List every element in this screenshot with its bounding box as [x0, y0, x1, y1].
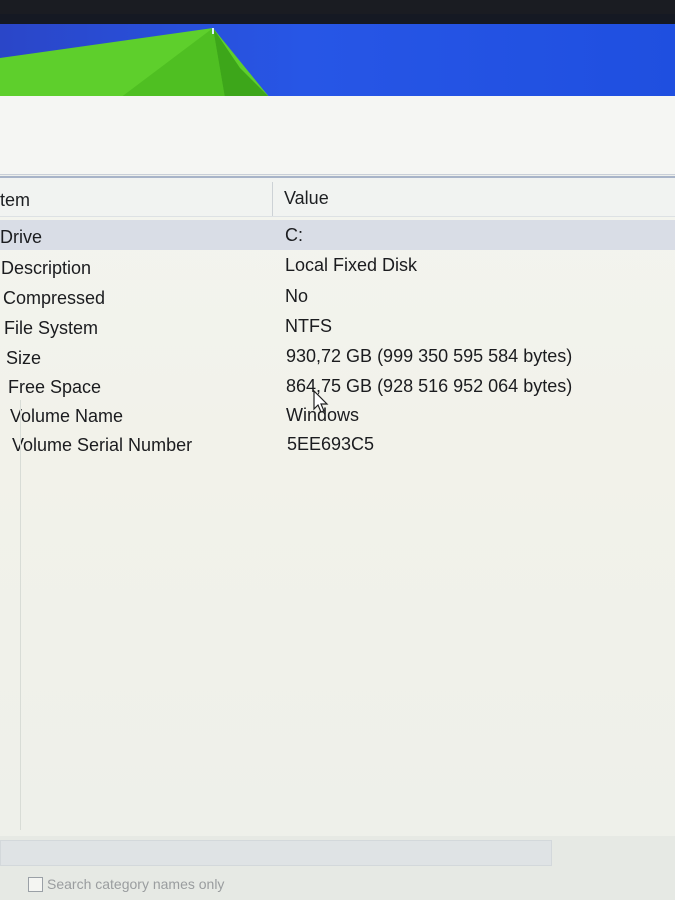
row-value: 5EE693C5	[287, 434, 375, 454]
window-toolbar-area	[0, 96, 675, 175]
row-value: C:	[285, 225, 303, 245]
desktop-wallpaper	[0, 14, 675, 96]
pane-border	[20, 400, 21, 830]
mouse-cursor-icon	[313, 390, 329, 413]
row-item: Compressed	[3, 288, 106, 308]
row-item: Volume Serial Number	[12, 435, 193, 455]
screen: tem Value Drive C: Description Local Fix…	[0, 0, 675, 900]
system-info-list: tem Value Drive C: Description Local Fix…	[0, 176, 675, 838]
row-value: 930,72 GB (999 350 595 584 bytes)	[286, 346, 573, 366]
row-item: Free Space	[8, 377, 102, 397]
table-row[interactable]: Size 930,72 GB (999 350 595 584 bytes)	[0, 342, 675, 372]
row-value: Local Fixed Disk	[285, 255, 418, 275]
bottom-bar: Search category names only	[0, 836, 675, 900]
taskbar-strip	[0, 14, 675, 24]
horizontal-scrollbar[interactable]	[0, 840, 552, 866]
row-value: No	[285, 286, 309, 306]
row-value: NTFS	[285, 316, 332, 336]
tent-image	[0, 28, 269, 96]
table-row[interactable]: Compressed No	[0, 282, 675, 312]
table-row[interactable]: Volume Name Windows	[0, 401, 675, 431]
row-item: Description	[1, 258, 92, 278]
column-header-item[interactable]: tem	[0, 190, 30, 211]
table-row[interactable]: Free Space 864,75 GB (928 516 952 064 by…	[0, 372, 675, 402]
search-category-names-label[interactable]: Search category names only	[47, 876, 224, 892]
monitor-bezel	[0, 0, 675, 14]
column-divider[interactable]	[272, 182, 273, 216]
row-item: Drive	[0, 227, 43, 247]
table-row[interactable]: Description Local Fixed Disk	[0, 251, 675, 281]
table-row[interactable]: Drive C:	[0, 220, 675, 250]
row-item: Size	[6, 348, 42, 368]
row-item: Volume Name	[10, 406, 124, 426]
row-item: File System	[4, 318, 99, 338]
list-header: tem Value	[0, 178, 675, 217]
table-row[interactable]: File System NTFS	[0, 312, 675, 342]
column-header-value[interactable]: Value	[284, 188, 329, 209]
table-row[interactable]: Volume Serial Number 5EE693C5	[0, 430, 675, 460]
search-category-names-checkbox[interactable]	[28, 877, 43, 892]
